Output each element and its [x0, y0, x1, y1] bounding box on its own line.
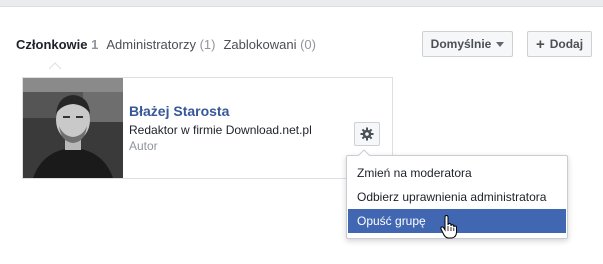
tab-label: Członkowie	[16, 37, 88, 52]
hand-cursor-icon	[440, 215, 457, 239]
member-role: Autor	[129, 139, 158, 153]
menu-item-remove-admin[interactable]: Odbierz uprawnienia administratora	[347, 185, 567, 209]
active-tab-indicator	[49, 62, 61, 70]
member-settings-button[interactable]	[354, 122, 380, 146]
tab-label: Zablokowani	[223, 37, 297, 52]
chevron-down-icon	[496, 41, 505, 47]
tab-blocked[interactable]: Zablokowani (0)	[223, 37, 316, 52]
member-job: Redaktor w firmie Download.net.pl	[129, 123, 312, 137]
menu-item-make-moderator[interactable]: Zmień na moderatora	[347, 161, 567, 185]
add-member-label: Dodaj	[549, 37, 584, 51]
menu-pointer	[358, 149, 370, 156]
tab-count: (0)	[300, 37, 316, 52]
tab-label: Administratorzy	[106, 37, 196, 52]
sort-dropdown-label: Domyślnie	[430, 37, 492, 51]
tab-count: (1)	[199, 37, 216, 52]
avatar-photo	[23, 78, 123, 178]
gear-icon	[360, 127, 374, 141]
member-card: Błażej Starosta Redaktor w firmie Downlo…	[22, 77, 393, 179]
tab-admins[interactable]: Administratorzy (1)	[106, 37, 215, 52]
member-name-link[interactable]: Błażej Starosta	[129, 103, 229, 119]
tab-members[interactable]: Członkowie 1	[16, 37, 98, 52]
members-tabs: Członkowie 1 Administratorzy (1) Zabloko…	[16, 37, 316, 52]
add-member-button[interactable]: + Dodaj	[527, 31, 592, 57]
avatar[interactable]	[23, 78, 123, 178]
sort-dropdown-button[interactable]: Domyślnie	[422, 31, 513, 57]
plus-icon: +	[535, 35, 545, 53]
tab-count: 1	[91, 37, 99, 52]
